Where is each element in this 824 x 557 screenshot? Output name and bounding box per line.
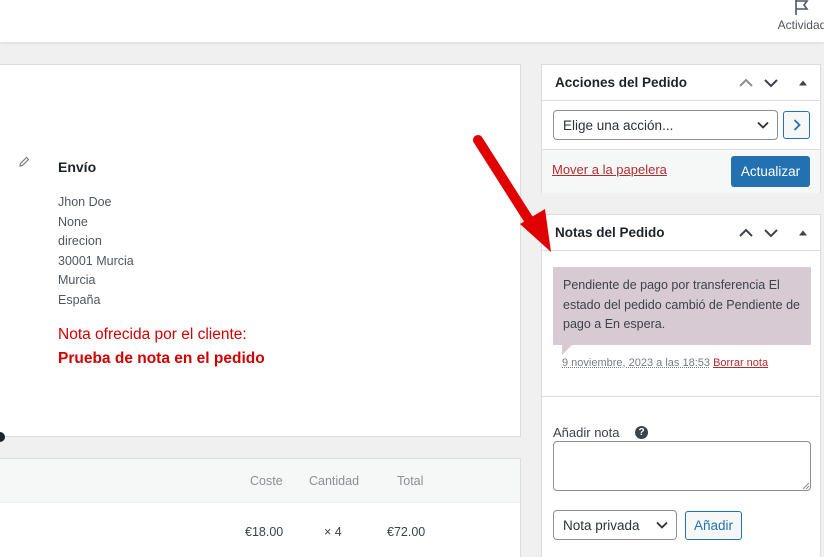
customer-note: Prueba de nota en el pedido xyxy=(58,350,265,368)
activity-button[interactable]: Actividad xyxy=(774,0,824,32)
item-cost: €18.00 xyxy=(245,525,283,539)
note-type-select[interactable]: Nota privada xyxy=(553,510,677,540)
move-to-trash-link[interactable]: Mover a la papelera xyxy=(552,162,667,177)
move-up-button[interactable] xyxy=(736,223,756,243)
activity-label: Actividad xyxy=(774,18,824,32)
order-actions-header: Acciones del Pedido xyxy=(542,65,820,101)
add-note-button[interactable]: Añadir xyxy=(685,511,742,540)
top-bar: Actividad xyxy=(0,0,824,42)
order-note: Pendiente de pago por transferencia El e… xyxy=(553,267,811,345)
note-meta: 9 noviembre, 2023 a las 18:53 Borrar not… xyxy=(562,357,768,369)
toggle-panel-button[interactable] xyxy=(793,73,813,93)
order-action-select[interactable]: Elige una acción... xyxy=(553,110,778,140)
resize-grip-icon[interactable] xyxy=(802,482,810,490)
order-actions-box: Acciones del Pedido Elige una acción... … xyxy=(541,64,821,193)
delete-note-link[interactable]: Borrar nota xyxy=(713,357,768,369)
item-total: €72.00 xyxy=(387,525,425,539)
order-actions-footer: Mover a la papelera Actualizar xyxy=(542,149,820,193)
address-line: Jhon Doe xyxy=(58,193,134,213)
address-line: 30001 Murcia xyxy=(58,252,134,272)
chevron-down-icon xyxy=(764,228,778,238)
column-quantity: Cantidad xyxy=(309,474,359,488)
chevron-up-icon xyxy=(739,78,753,88)
chevron-down-icon xyxy=(764,78,778,88)
flag-icon xyxy=(792,0,812,16)
address-line: None xyxy=(58,213,134,233)
order-items-panel: Coste Cantidad Total €18.00 × 4 €72.00 xyxy=(0,458,521,557)
address-line: direcion xyxy=(58,232,134,252)
update-button[interactable]: Actualizar xyxy=(731,156,810,187)
caret-up-icon xyxy=(798,79,808,87)
shipping-title: Envío xyxy=(58,159,96,175)
add-note-label: Añadir nota xyxy=(553,425,620,440)
move-down-button[interactable] xyxy=(761,73,781,93)
order-notes-header: Notas del Pedido xyxy=(542,215,820,251)
apply-action-button[interactable] xyxy=(783,111,810,139)
customer-note-label: Nota ofrecida por el cliente: xyxy=(58,326,247,344)
note-textarea[interactable] xyxy=(553,441,811,491)
column-total: Total xyxy=(397,474,423,488)
items-header: Coste Cantidad Total xyxy=(0,459,520,503)
note-type-value: Nota privada xyxy=(563,518,640,533)
chevron-down-icon xyxy=(757,121,769,129)
chevron-down-icon xyxy=(656,521,668,529)
note-date: 9 noviembre, 2023 a las 18:53 xyxy=(562,357,710,369)
help-icon[interactable]: ? xyxy=(635,426,648,439)
toggle-panel-button[interactable] xyxy=(793,223,813,243)
add-note-section: Añadir nota ? Nota privada Añadir xyxy=(542,396,820,557)
chevron-up-icon xyxy=(739,228,753,238)
order-actions-title: Acciones del Pedido xyxy=(555,75,687,90)
move-down-button[interactable] xyxy=(761,223,781,243)
order-notes-title: Notas del Pedido xyxy=(555,225,665,240)
chevron-right-icon xyxy=(793,119,801,131)
order-action-value: Elige una acción... xyxy=(563,118,673,133)
caret-up-icon xyxy=(798,229,808,237)
note-tail xyxy=(562,345,572,355)
address-line: Murcia xyxy=(58,271,134,291)
move-up-button[interactable] xyxy=(736,73,756,93)
item-quantity: × 4 xyxy=(324,525,342,539)
address-line: España xyxy=(58,291,134,311)
column-cost: Coste xyxy=(250,474,283,488)
pencil-icon[interactable] xyxy=(18,156,30,168)
shipping-address: Jhon Doe None direcion 30001 Murcia Murc… xyxy=(58,193,134,310)
panel-dot xyxy=(0,432,5,442)
order-notes-box: Notas del Pedido Pendiente de pago por t… xyxy=(541,214,821,557)
